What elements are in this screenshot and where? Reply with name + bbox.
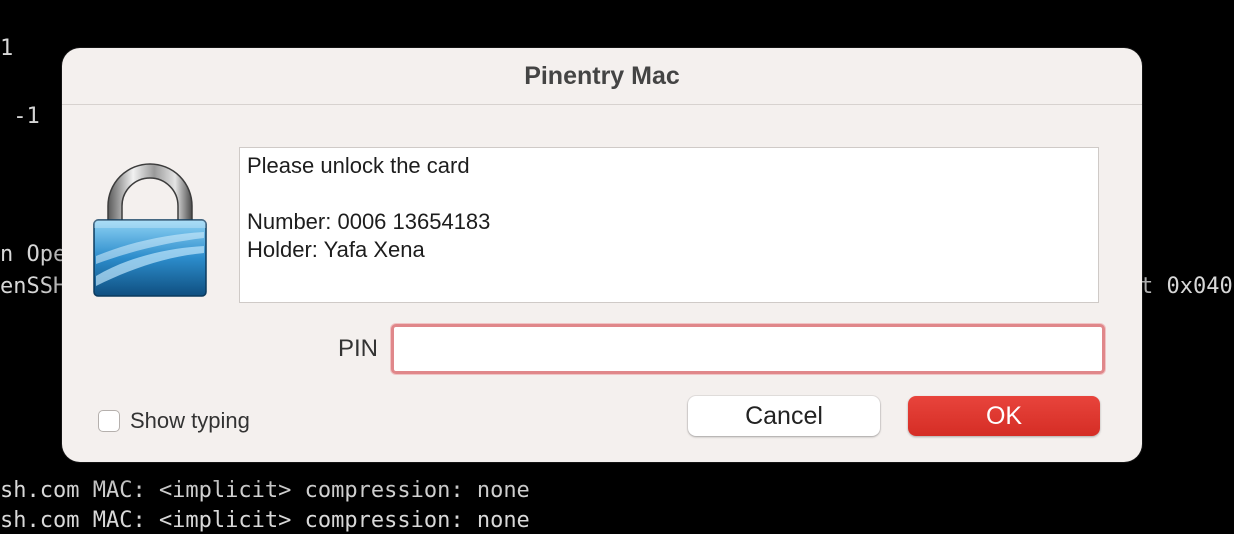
terminal-line: 1 [0, 36, 14, 61]
show-typing-toggle[interactable]: Show typing [98, 408, 250, 434]
title-bar: Pinentry Mac [62, 48, 1142, 105]
cancel-button[interactable]: Cancel [688, 396, 880, 436]
padlock-icon [93, 163, 207, 297]
message-box: Please unlock the card Number: 0006 1365… [239, 147, 1099, 303]
terminal-line: -1 [0, 104, 40, 129]
pin-label: PIN [338, 335, 379, 362]
terminal-line: n Ope [0, 242, 67, 267]
show-typing-label: Show typing [130, 408, 250, 433]
ok-button[interactable]: OK [908, 396, 1100, 436]
message-line: Number: 0006 13654183 [247, 209, 491, 234]
message-line [247, 180, 1091, 208]
pin-input[interactable] [391, 324, 1105, 374]
terminal-line: sh.com MAC: <implicit> compression: none [0, 508, 530, 533]
message-line: Holder: Yafa Xena [247, 237, 425, 262]
pinentry-dialog: Pinentry Mac Please unlock the card Numb… [62, 48, 1142, 462]
terminal-line: sh.com MAC: <implicit> compression: none [0, 478, 530, 503]
terminal-line: enSSH [0, 274, 67, 299]
terminal-line: t 0x040 [1140, 274, 1233, 299]
message-line: Please unlock the card [247, 153, 470, 178]
show-typing-checkbox[interactable] [98, 410, 120, 432]
dialog-title: Pinentry Mac [524, 61, 680, 90]
